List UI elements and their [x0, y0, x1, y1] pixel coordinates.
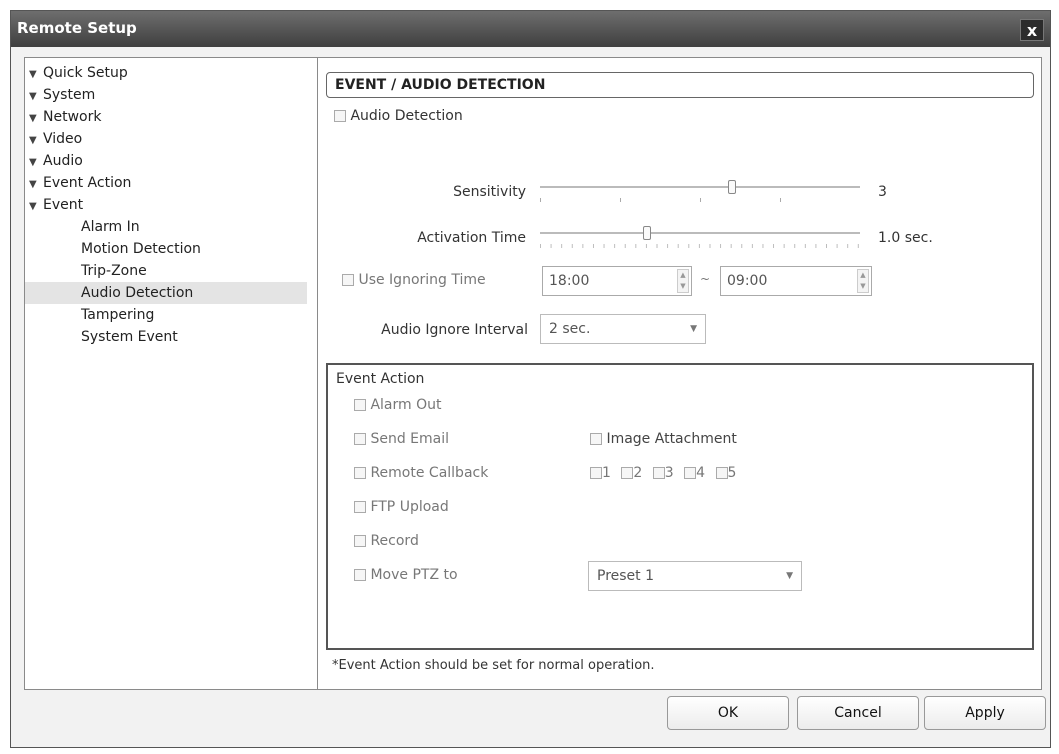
ignoring-time-toggle[interactable]: Use Ignoring Time [342, 272, 486, 288]
expand-arrow-icon: ▼ [29, 69, 37, 80]
ignoring-time-checkbox[interactable] [342, 274, 354, 286]
ftp-upload-label: FTP Upload [370, 499, 449, 515]
expand-arrow-icon: ▼ [29, 179, 37, 190]
ok-button[interactable]: OK [667, 696, 789, 730]
send-email-option[interactable]: Send Email [354, 431, 449, 447]
callback-number-options: 1 2 3 4 5 [590, 465, 736, 481]
ignore-interval-select[interactable]: 2 sec. ▼ [540, 314, 706, 344]
activation-time-label: Activation Time [417, 230, 526, 246]
spinner-arrows-icon[interactable]: ▲ ▼ [857, 269, 869, 293]
tree-item-event[interactable]: ▼ Event [29, 194, 83, 216]
activation-time-slider[interactable] [540, 226, 860, 254]
ftp-upload-option[interactable]: FTP Upload [354, 499, 449, 515]
image-attachment-option[interactable]: Image Attachment [590, 431, 737, 447]
expand-arrow-icon: ▼ [29, 113, 37, 124]
audio-detection-toggle[interactable]: Audio Detection [334, 108, 463, 124]
sensitivity-ticks [540, 198, 860, 202]
ignore-end-time-input[interactable]: 09:00 ▲ ▼ [720, 266, 872, 296]
cancel-button[interactable]: Cancel [797, 696, 919, 730]
window-title: Remote Setup [17, 19, 137, 37]
image-attachment-checkbox[interactable] [590, 433, 602, 445]
callback-3-label: 3 [664, 465, 674, 481]
expand-arrow-icon: ▼ [29, 157, 37, 168]
sensitivity-label: Sensitivity [453, 184, 526, 200]
tree-item-motion-detection[interactable]: Motion Detection [25, 238, 307, 260]
ignore-start-time-value: 18:00 [549, 273, 590, 289]
chevron-down-icon: ▼ [786, 571, 793, 581]
expand-arrow-icon: ▼ [29, 135, 37, 146]
move-ptz-checkbox[interactable] [354, 569, 366, 581]
tree-item-audio-detection[interactable]: Audio Detection [25, 282, 307, 304]
tree-item-quick-setup[interactable]: ▼ Quick Setup [29, 62, 128, 84]
ignoring-time-label: Use Ignoring Time [358, 272, 486, 288]
image-attachment-label: Image Attachment [606, 431, 737, 447]
activation-time-track [540, 232, 860, 234]
ptz-preset-select[interactable]: Preset 1 ▼ [588, 561, 802, 591]
tree-item-network[interactable]: ▼ Network [29, 106, 101, 128]
tree-item-event-action[interactable]: ▼ Event Action [29, 172, 131, 194]
callback-4-label: 4 [696, 465, 706, 481]
send-email-checkbox[interactable] [354, 433, 366, 445]
sensitivity-track [540, 186, 860, 188]
tree-item-system-event[interactable]: System Event [25, 326, 307, 348]
record-option[interactable]: Record [354, 533, 419, 549]
ignore-start-time-input[interactable]: 18:00 ▲ ▼ [542, 266, 692, 296]
ftp-upload-checkbox[interactable] [354, 501, 366, 513]
tree-item-audio[interactable]: ▼ Audio [29, 150, 83, 172]
settings-panel: EVENT / AUDIO DETECTION Audio Detection … [317, 57, 1042, 690]
callback-5-label: 5 [727, 465, 737, 481]
sensitivity-slider[interactable] [540, 180, 860, 208]
ignore-interval-value: 2 sec. [549, 321, 591, 337]
tree-item-alarm-in[interactable]: Alarm In [25, 216, 307, 238]
sensitivity-thumb[interactable] [728, 180, 736, 194]
activation-time-value: 1.0 sec. [878, 230, 933, 246]
send-email-label: Send Email [370, 431, 450, 447]
tree-item-video[interactable]: ▼ Video [29, 128, 82, 150]
remote-callback-checkbox[interactable] [354, 467, 366, 479]
expand-arrow-icon: ▼ [29, 201, 37, 212]
tree-item-trip-zone[interactable]: Trip-Zone [25, 260, 307, 282]
expand-arrow-icon: ▼ [29, 91, 37, 102]
ignore-end-time-value: 09:00 [727, 273, 768, 289]
page-title: EVENT / AUDIO DETECTION [326, 72, 1034, 98]
time-range-separator: ~ [700, 272, 711, 286]
tree-item-tampering[interactable]: Tampering [25, 304, 307, 326]
alarm-out-option[interactable]: Alarm Out [354, 397, 441, 413]
close-button[interactable]: x [1020, 19, 1044, 41]
event-action-note: *Event Action should be set for normal o… [332, 658, 655, 673]
spinner-arrows-icon[interactable]: ▲ ▼ [677, 269, 689, 293]
remote-callback-option[interactable]: Remote Callback [354, 465, 488, 481]
audio-detection-label: Audio Detection [350, 108, 463, 124]
navigation-tree: ▼ Quick Setup ▼ System ▼ Network ▼ Video ▼ Au… [24, 57, 318, 690]
activation-time-thumb[interactable] [642, 226, 651, 240]
move-ptz-label: Move PTZ to [370, 567, 458, 583]
ignore-interval-label: Audio Ignore Interval [381, 322, 528, 338]
title-bar[interactable]: Remote Setup x [11, 11, 1050, 47]
tree-item-system[interactable]: ▼ System [29, 84, 95, 106]
alarm-out-checkbox[interactable] [354, 399, 366, 411]
callback-2-label: 2 [633, 465, 643, 481]
callback-1-label: 1 [602, 465, 611, 481]
alarm-out-label: Alarm Out [370, 397, 442, 413]
apply-button[interactable]: Apply [924, 696, 1046, 730]
event-action-legend: Event Action [336, 371, 425, 387]
event-action-group: Event Action Alarm Out Send Email Image … [326, 363, 1034, 650]
remote-setup-dialog: Remote Setup x ▼ Quick Setup ▼ System ▼ Net… [10, 10, 1051, 748]
move-ptz-option[interactable]: Move PTZ to [354, 567, 458, 583]
sensitivity-value: 3 [878, 184, 887, 200]
callback-3-checkbox[interactable] [652, 467, 665, 479]
chevron-down-icon: ▼ [690, 324, 697, 334]
ptz-preset-value: Preset 1 [597, 568, 655, 584]
audio-detection-checkbox[interactable] [334, 110, 346, 122]
activation-time-ticks [540, 244, 860, 248]
record-checkbox[interactable] [354, 535, 366, 547]
callback-5-checkbox[interactable] [715, 467, 728, 479]
callback-4-checkbox[interactable] [684, 467, 697, 479]
remote-callback-label: Remote Callback [370, 465, 489, 481]
record-label: Record [370, 533, 419, 549]
callback-2-checkbox[interactable] [621, 467, 634, 479]
callback-1-checkbox[interactable] [590, 467, 602, 479]
